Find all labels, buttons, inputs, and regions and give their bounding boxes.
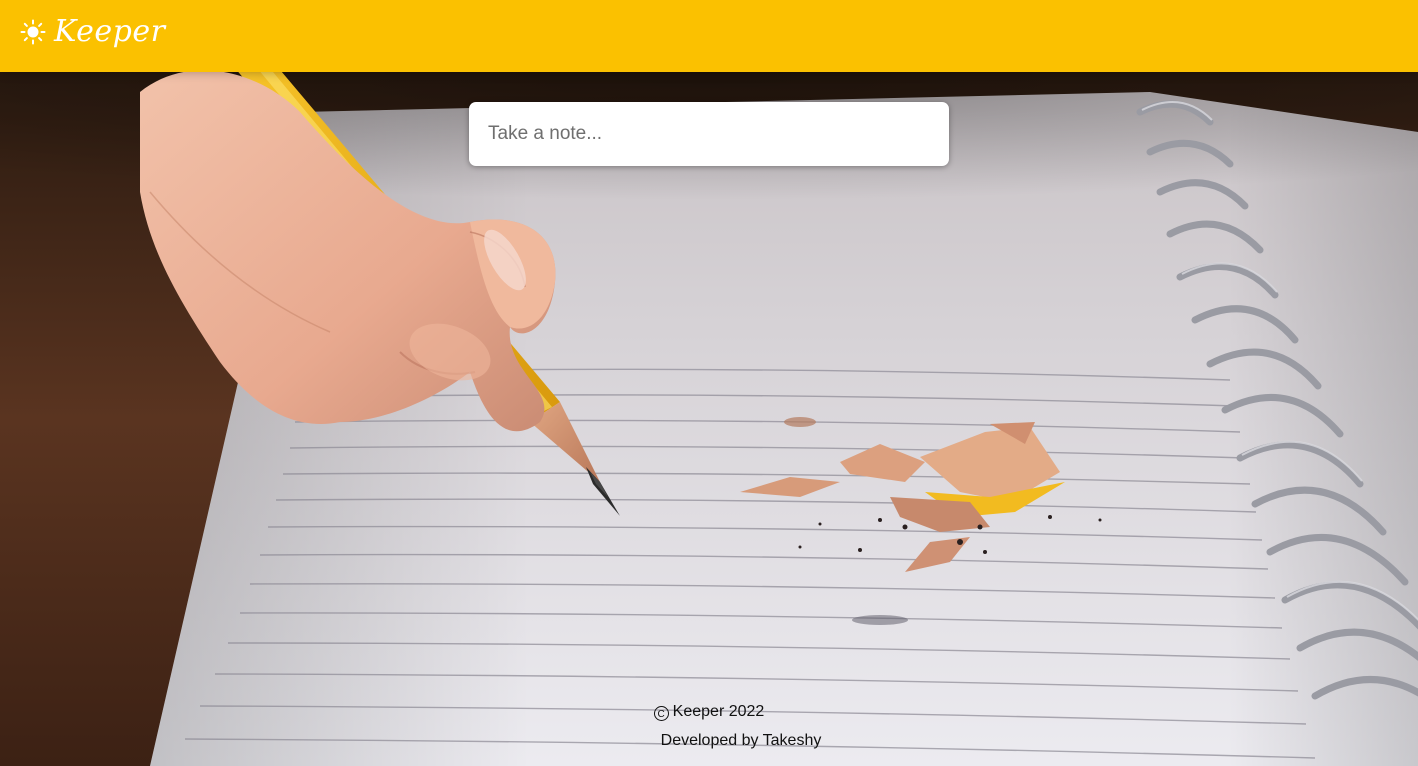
brand[interactable]: Keeper xyxy=(20,12,165,52)
footer-developer: Developed by Takeshy xyxy=(32,732,1418,750)
app-header: Keeper xyxy=(0,0,1418,72)
take-note-input[interactable] xyxy=(469,102,928,166)
app-title: Keeper xyxy=(54,14,166,49)
copyright-text: Keeper 2022 xyxy=(672,703,765,720)
developer-text: Developed by Takeshy xyxy=(660,732,822,749)
copyright-icon: C xyxy=(653,706,669,721)
sun-icon xyxy=(20,19,46,45)
footer-copyright: C Keeper 2022 xyxy=(0,703,1418,721)
background-image xyxy=(0,72,1418,766)
note-input-card xyxy=(469,102,949,166)
